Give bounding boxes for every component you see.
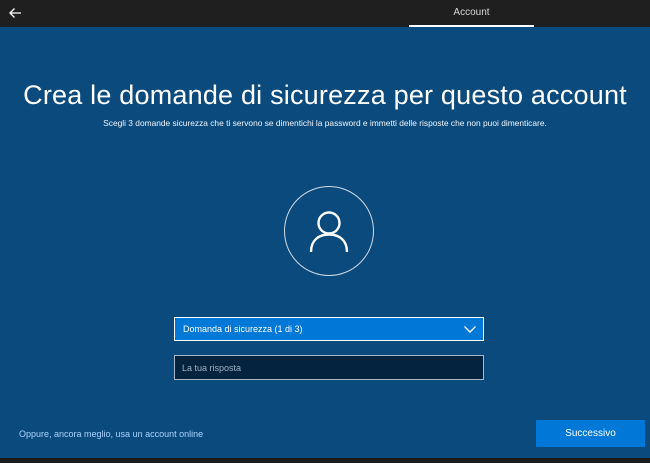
next-button[interactable]: Successivo: [536, 420, 645, 447]
page-subtitle: Scegli 3 domande sicurezza che ti servon…: [103, 118, 547, 128]
online-account-link[interactable]: Oppure, ancora meglio, usa un account on…: [19, 428, 203, 440]
security-question-value: Domanda di sicurezza (1 di 3): [183, 324, 303, 334]
answer-input[interactable]: [174, 355, 484, 380]
arrow-left-icon: [9, 8, 21, 18]
top-bar: Account: [0, 0, 650, 27]
avatar: [284, 186, 374, 276]
chevron-down-icon: [464, 326, 476, 333]
security-question-select[interactable]: Domanda di sicurezza (1 di 3): [174, 317, 484, 341]
back-button[interactable]: [4, 2, 26, 24]
tab-account[interactable]: Account: [409, 0, 534, 27]
page-title: Crea le domande di sicurezza per questo …: [23, 80, 627, 110]
bottom-strip: [0, 458, 650, 463]
user-icon: [309, 211, 349, 253]
